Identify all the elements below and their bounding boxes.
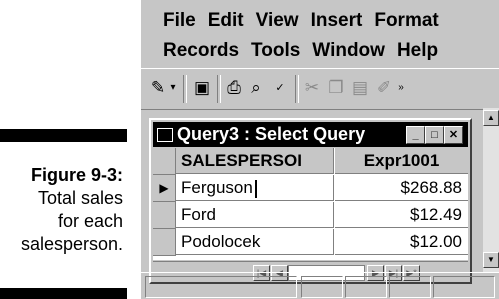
menu-edit[interactable]: Edit <box>208 10 244 31</box>
toolbar-separator <box>183 75 187 103</box>
salesperson-cell[interactable]: Ford <box>176 202 334 228</box>
table-row: ▶ Ferguson $268.88 <box>153 175 468 202</box>
status-panel <box>345 276 387 298</box>
status-panel <box>145 276 297 298</box>
expr-cell[interactable]: $12.00 <box>335 229 468 255</box>
copy-icon[interactable]: ❐ <box>325 77 347 99</box>
query-window-title: Query3 : Select Query <box>177 124 366 144</box>
paste-icon[interactable]: ▤ <box>349 77 371 99</box>
column-header-expr1001[interactable]: Expr1001 <box>335 148 468 174</box>
expr-cell[interactable]: $268.88 <box>335 175 468 201</box>
datasheet-grid: SALESPERSOI Expr1001 ▶ Ferguson $268.88 … <box>153 148 468 260</box>
minimize-button[interactable]: _ <box>406 126 425 144</box>
access-window: File Edit View Insert Format Records Tools Win… <box>141 0 499 299</box>
select-all-box[interactable] <box>153 148 176 175</box>
status-panel <box>389 276 431 298</box>
caption-top-bar <box>0 129 127 142</box>
menu-view[interactable]: View <box>256 10 299 31</box>
cut-icon[interactable]: ✂ <box>301 77 323 99</box>
query-title-bar[interactable]: Query3 : Select Query _ □ ✕ <box>153 122 468 147</box>
save-icon[interactable]: ▣ <box>191 77 213 99</box>
menu-insert[interactable]: Insert <box>311 10 363 31</box>
text-caret <box>254 179 257 198</box>
print-preview-icon[interactable]: ⌕ <box>245 77 267 99</box>
caption-bottom-bar <box>0 288 127 299</box>
vertical-scrollbar[interactable]: ▲ ▼ <box>483 108 499 272</box>
menu-format[interactable]: Format <box>374 10 438 31</box>
close-button[interactable]: ✕ <box>444 126 463 144</box>
column-header-row: SALESPERSOI Expr1001 <box>153 148 468 175</box>
print-icon[interactable]: ⎙ <box>223 77 245 99</box>
current-record-arrow-icon[interactable]: ▶ <box>153 175 176 202</box>
toolbar: ✎ ▾ ▣ ⎙ ⌕ ✓ ✂ ❐ ▤ ✐ » <box>141 68 499 110</box>
cell-text: Ferguson <box>181 178 253 197</box>
table-row: Podolocek $12.00 <box>153 229 468 256</box>
figure-number: Figure 9-3: <box>30 165 123 185</box>
column-header-salesperson[interactable]: SALESPERSOI <box>176 148 334 174</box>
status-panel <box>301 276 343 298</box>
query-window-icon <box>157 128 173 142</box>
caption-line-1: Total sales <box>37 188 123 208</box>
query-window: Query3 : Select Query _ □ ✕ SALESPERSOI … <box>149 118 472 284</box>
salesperson-cell[interactable]: Ferguson <box>176 175 334 201</box>
caption-line-3: salesperson. <box>20 234 123 254</box>
menu-tools[interactable]: Tools <box>251 40 300 61</box>
format-painter-icon[interactable]: ✐ <box>373 77 395 99</box>
record-selector[interactable] <box>153 229 176 256</box>
menu-help[interactable]: Help <box>397 40 438 61</box>
maximize-button[interactable]: □ <box>425 126 444 144</box>
menu-records[interactable]: Records <box>163 40 239 61</box>
status-panel <box>433 276 495 298</box>
scroll-down-icon[interactable]: ▼ <box>483 252 499 268</box>
status-bar <box>141 272 499 299</box>
record-selector[interactable] <box>153 202 176 229</box>
toolbar-separator <box>295 75 299 103</box>
menu-bar-row-1: File Edit View Insert Format <box>163 10 451 32</box>
menu-file[interactable]: File <box>163 10 196 31</box>
design-view-icon[interactable]: ✎ <box>147 77 169 99</box>
table-row: Ford $12.49 <box>153 202 468 229</box>
expr-cell[interactable]: $12.49 <box>335 202 468 228</box>
caption-line-2: for each <box>57 211 123 231</box>
spelling-icon[interactable]: ✓ <box>269 77 291 99</box>
menu-window[interactable]: Window <box>312 40 385 61</box>
dropdown-arrow-icon[interactable]: ▾ <box>167 77 179 99</box>
scroll-up-icon[interactable]: ▲ <box>483 110 499 126</box>
more-buttons-icon[interactable]: » <box>395 77 407 99</box>
menu-bar-row-2: Records Tools Window Help <box>163 40 450 62</box>
toolbar-separator <box>217 75 221 103</box>
salesperson-cell[interactable]: Podolocek <box>176 229 334 255</box>
